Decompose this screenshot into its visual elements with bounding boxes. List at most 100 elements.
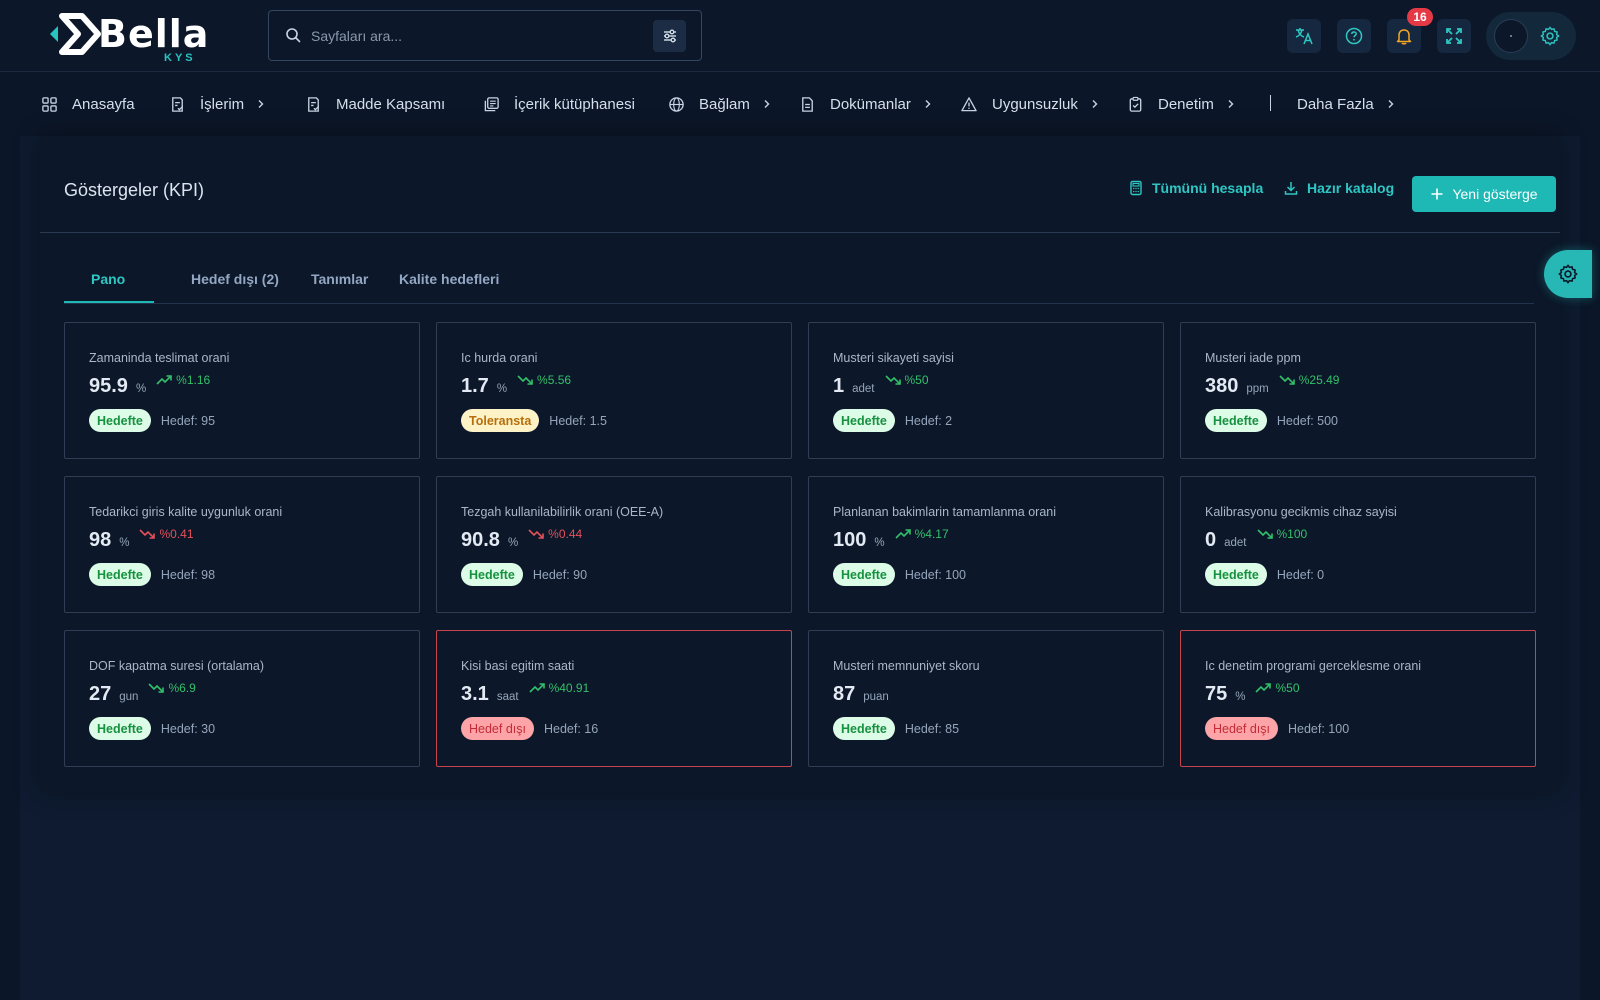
calculate-all-button[interactable]: Tümünü hesapla bbox=[1128, 180, 1263, 196]
kpi-value-row: 1 adet %50 bbox=[833, 373, 929, 398]
kpi-value-row: 87 puan bbox=[833, 683, 889, 706]
kpi-target: Hedef: 85 bbox=[904, 721, 960, 736]
kpi-change: %50 bbox=[1275, 681, 1300, 695]
nav-item-islerim[interactable]: İşlerim bbox=[168, 93, 266, 115]
nav-item-daha-fazla[interactable]: Daha Fazla bbox=[1297, 93, 1396, 115]
nav-item-anasayfa[interactable]: Anasayfa bbox=[40, 93, 135, 115]
kpi-value-row: 98% %0.41 bbox=[89, 527, 194, 552]
language-button[interactable] bbox=[1287, 19, 1321, 53]
kpi-change: %4.17 bbox=[914, 527, 949, 541]
kpi-value: 27 bbox=[89, 683, 112, 705]
kpi-status-row: Hedefte Hedef: 30 bbox=[89, 717, 215, 740]
kpi-change: %100 bbox=[1276, 527, 1308, 541]
help-button[interactable] bbox=[1337, 19, 1371, 53]
kpi-target: Hedef: 90 bbox=[532, 567, 588, 582]
nav-item-madde-kapsami[interactable]: Madde Kapsamı bbox=[304, 93, 445, 115]
kpi-card[interactable]: Ic denetim programi gerceklesme orani 75%… bbox=[1180, 630, 1536, 767]
fullscreen-icon bbox=[1446, 28, 1462, 44]
kpi-card[interactable]: Kisi basi egitim saati 3.1 saat %40.91 Hedef… bbox=[436, 630, 792, 767]
kpi-unit: % bbox=[119, 537, 130, 549]
kpi-title: Planlanan bakimlarin tamamlanma orani bbox=[833, 505, 1057, 519]
kpi-unit: % bbox=[1235, 691, 1246, 703]
kpi-trend: %6.9 bbox=[148, 681, 196, 695]
kpi-status-row: Hedefte Hedef: 0 bbox=[1205, 563, 1324, 586]
trend-down-icon bbox=[1256, 529, 1273, 539]
status-badge: Hedefte bbox=[1205, 409, 1267, 432]
tab-hedef-disi[interactable]: Hedef dışı (2) bbox=[191, 271, 279, 287]
nav-label: İçerik kütüphanesi bbox=[514, 95, 635, 113]
kpi-unit: gun bbox=[119, 691, 139, 703]
header-divider bbox=[40, 232, 1560, 233]
nav-item-uygunsuzluk[interactable]: Uygunsuzluk bbox=[960, 93, 1100, 115]
kpi-value: 1.7 bbox=[461, 375, 489, 397]
kpi-card[interactable]: Tedarikci giris kalite uygunluk orani 98%… bbox=[64, 476, 420, 613]
kpi-trend: %50 bbox=[1255, 681, 1300, 695]
trend-down-icon bbox=[139, 529, 156, 539]
kpi-value: 98 bbox=[89, 529, 112, 551]
status-badge: Hedefte bbox=[461, 563, 523, 586]
kpi-card[interactable]: Zamaninda teslimat orani 95.9% %1.16 Hedeft… bbox=[64, 322, 420, 459]
kpi-value-row: 90.8% %0.44 bbox=[461, 527, 582, 552]
search-input[interactable] bbox=[311, 23, 631, 49]
search-filter-button[interactable] bbox=[653, 20, 686, 52]
kpi-card[interactable]: Musteri sikayeti sayisi 1 adet %50 Hedefte He… bbox=[808, 322, 1164, 459]
kpi-target: Hedef: 16 bbox=[543, 721, 599, 736]
kpi-target: Hedef: 95 bbox=[160, 413, 216, 428]
kpi-value: 87 bbox=[833, 683, 856, 705]
kpi-value: 3.1 bbox=[461, 683, 489, 705]
kpi-unit: % bbox=[135, 383, 147, 395]
nav-item-baglam[interactable]: Bağlam bbox=[667, 93, 772, 115]
tab-kalite-hedefleri[interactable]: Kalite hedefleri bbox=[399, 271, 499, 287]
chevron-right-icon bbox=[1092, 100, 1098, 108]
avatar[interactable] bbox=[1494, 19, 1528, 53]
user-menu[interactable] bbox=[1486, 12, 1576, 60]
notification-count-badge: 16 bbox=[1407, 8, 1433, 26]
kpi-change: %6.9 bbox=[168, 681, 196, 695]
fullscreen-button[interactable] bbox=[1437, 19, 1471, 53]
gear-icon[interactable] bbox=[1539, 25, 1561, 47]
kpi-value: 0 bbox=[1205, 529, 1217, 551]
kpi-target: Hedef: 2 bbox=[904, 413, 953, 428]
kpi-card[interactable]: Musteri memnuniyet skoru 87 puan Hedefte Hed… bbox=[808, 630, 1164, 767]
tab-tanimlar[interactable]: Tanımlar bbox=[311, 271, 368, 287]
kpi-card[interactable]: Tezgah kullanilabilirlik orani (OEE-A) 90… bbox=[436, 476, 792, 613]
kpi-tabs: Pano Hedef dışı (2) Tanımlar Kalite hede… bbox=[64, 256, 1534, 304]
kpi-title: Zamaninda teslimat orani bbox=[89, 351, 230, 365]
kpi-value: 75 bbox=[1205, 683, 1228, 705]
nav-item-icerik-kutuphanesi[interactable]: İçerik kütüphanesi bbox=[482, 93, 635, 115]
nav-item-denetim[interactable]: Denetim bbox=[1126, 93, 1236, 115]
kpi-card[interactable]: Kalibrasyonu gecikmis cihaz sayisi 0 adet%… bbox=[1180, 476, 1536, 613]
kpi-unit: % bbox=[507, 537, 519, 549]
settings-floating-button[interactable] bbox=[1544, 250, 1592, 298]
status-badge: Hedefte bbox=[1205, 563, 1267, 586]
kpi-value-row: 0 adet %100 bbox=[1205, 527, 1308, 552]
nav-label: Dokümanlar bbox=[830, 95, 911, 113]
kpi-title: Ic hurda orani bbox=[461, 351, 538, 365]
new-kpi-label: Yeni gösterge bbox=[1452, 186, 1538, 202]
kpi-unit: puan bbox=[863, 691, 889, 703]
gear-icon bbox=[1558, 264, 1578, 284]
kpi-target: Hedef: 500 bbox=[1276, 413, 1339, 428]
kpi-card[interactable]: Ic hurda orani 1.7% %5.56 Toleransta Hedef: … bbox=[436, 322, 792, 459]
kpi-target: Hedef: 30 bbox=[160, 721, 216, 736]
kpi-status-row: Hedefte Hedef: 500 bbox=[1205, 409, 1338, 432]
main-content: Göstergeler (KPI) Tümünü hesapla Hazır k… bbox=[20, 136, 1580, 1000]
kpi-trend: %0.44 bbox=[528, 527, 582, 541]
kpi-card[interactable]: Planlanan bakimlarin tamamlanma orani 100… bbox=[808, 476, 1164, 613]
catalog-button[interactable]: Hazır katalog bbox=[1283, 180, 1394, 196]
trend-up-icon bbox=[156, 375, 172, 385]
chevron-right-icon bbox=[1228, 100, 1234, 108]
logo[interactable]: Bella KYS bbox=[48, 10, 208, 64]
kpi-change: %40.91 bbox=[548, 681, 590, 695]
kpi-trend: %50 bbox=[884, 373, 929, 387]
status-badge: Hedefte bbox=[833, 717, 895, 740]
tab-pano[interactable]: Pano bbox=[91, 271, 125, 287]
catalog-label: Hazır katalog bbox=[1307, 180, 1395, 196]
kpi-card[interactable]: Musteri iade ppm 380 ppm %25.49 Hedefte Hedef… bbox=[1180, 322, 1536, 459]
nav-item-dokumanlar[interactable]: Dokümanlar bbox=[798, 93, 933, 115]
kpi-card[interactable]: DOF kapatma suresi (ortalama) 27 gun %6.9 He… bbox=[64, 630, 420, 767]
chevron-right-icon bbox=[764, 100, 770, 108]
logo-text: Bella bbox=[98, 12, 210, 56]
new-kpi-button[interactable]: Yeni gösterge bbox=[1412, 176, 1556, 212]
trend-down-icon bbox=[1279, 375, 1295, 385]
